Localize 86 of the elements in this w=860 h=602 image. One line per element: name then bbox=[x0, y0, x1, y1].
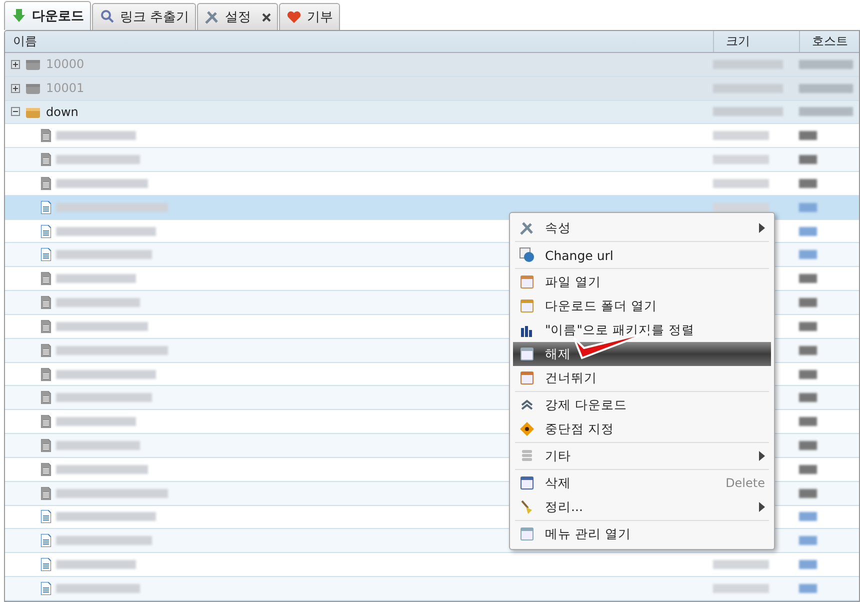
document-icon bbox=[41, 153, 51, 166]
menu-item[interactable]: 속성 bbox=[513, 216, 771, 240]
menu-item[interactable]: 삭제 Delete bbox=[513, 471, 771, 495]
document-icon bbox=[41, 272, 51, 286]
blurred-host bbox=[799, 346, 817, 355]
blurred-host bbox=[799, 464, 817, 474]
tab[interactable]: 기부 bbox=[279, 3, 340, 30]
close-icon[interactable] bbox=[262, 12, 272, 22]
blurred-host bbox=[799, 512, 817, 522]
document-icon bbox=[41, 558, 51, 572]
blurred-host bbox=[799, 584, 817, 593]
blurred-host bbox=[799, 274, 817, 284]
blurred-size bbox=[713, 560, 769, 570]
blurred-host bbox=[799, 202, 817, 212]
column-header[interactable]: 이름 bbox=[5, 31, 713, 52]
document-icon bbox=[41, 176, 51, 190]
blurred-size bbox=[713, 584, 769, 593]
blurred-host bbox=[799, 250, 817, 260]
tab[interactable]: 다운로드 bbox=[4, 1, 91, 30]
package-name: 10000 bbox=[46, 57, 84, 72]
blurred-host bbox=[799, 322, 817, 331]
document-icon bbox=[41, 415, 51, 428]
menu-item[interactable]: 중단점 지정 bbox=[513, 417, 771, 441]
blurred-size bbox=[713, 131, 769, 140]
tab[interactable]: 설정 bbox=[197, 3, 278, 30]
menu-item[interactable]: 기타 bbox=[513, 444, 771, 468]
box-icon bbox=[519, 298, 535, 314]
heart-icon bbox=[286, 9, 302, 25]
column-header[interactable]: 크기 bbox=[713, 31, 799, 52]
document-icon bbox=[41, 439, 51, 452]
document-icon bbox=[41, 248, 51, 262]
blurred-host bbox=[799, 560, 817, 570]
document-icon bbox=[41, 368, 51, 381]
menu-item[interactable]: "이름"으로 패키지를 정렬 bbox=[513, 318, 771, 342]
document-icon bbox=[41, 224, 51, 238]
document-icon bbox=[41, 582, 51, 595]
broom-icon bbox=[519, 499, 535, 515]
blurred-host bbox=[799, 155, 817, 164]
blurred-size bbox=[713, 178, 769, 188]
blurred-size bbox=[713, 84, 783, 93]
document-icon bbox=[41, 391, 51, 404]
blurred-host bbox=[799, 226, 817, 236]
menu-item[interactable]: 강제 다운로드 bbox=[513, 393, 771, 417]
blurred-size bbox=[713, 60, 783, 69]
blurred-host bbox=[799, 60, 853, 69]
blurred-host bbox=[799, 84, 853, 93]
blurred-host bbox=[799, 488, 817, 498]
collapse-toggle[interactable] bbox=[11, 107, 20, 116]
menu-item[interactable]: 정리... bbox=[513, 495, 771, 519]
document-icon bbox=[41, 462, 51, 476]
document-icon bbox=[41, 129, 51, 142]
document-icon bbox=[41, 320, 51, 333]
magnifier-icon bbox=[99, 9, 115, 25]
column-header[interactable]: 호스트 bbox=[799, 31, 859, 52]
package-name: 10001 bbox=[46, 81, 84, 96]
package-name: down bbox=[46, 104, 78, 119]
menu-item[interactable]: 다운로드 폴더 열기 bbox=[513, 294, 771, 318]
document-icon bbox=[41, 296, 51, 310]
blurred-host bbox=[799, 107, 853, 116]
blurred-host bbox=[799, 178, 817, 188]
blurred-host bbox=[799, 536, 817, 546]
menu-item[interactable]: Change url bbox=[513, 243, 771, 267]
blurred-size bbox=[713, 155, 769, 164]
window-icon bbox=[519, 346, 535, 362]
blurred-size bbox=[713, 202, 769, 212]
blurred-host bbox=[799, 441, 817, 450]
document-icon bbox=[41, 510, 51, 524]
menu-item[interactable]: 건너뛰기 bbox=[513, 366, 771, 390]
blurred-host bbox=[799, 131, 817, 140]
blurred-size bbox=[713, 107, 783, 116]
blurred-host bbox=[799, 370, 817, 379]
globe-icon bbox=[519, 247, 535, 263]
menu-item[interactable]: 해제 bbox=[513, 342, 771, 366]
download-arrow-icon bbox=[11, 8, 27, 24]
document-icon bbox=[41, 344, 51, 357]
warning-diamond-icon bbox=[519, 421, 535, 437]
blurred-host bbox=[799, 393, 817, 402]
tab[interactable]: 링크 추출기 bbox=[92, 3, 196, 30]
menu-item[interactable]: 메뉴 관리 열기 bbox=[513, 522, 771, 546]
stack-icon bbox=[519, 448, 535, 464]
document-icon bbox=[41, 534, 51, 548]
document-icon bbox=[41, 486, 51, 500]
blurred-host bbox=[799, 298, 817, 308]
blurred-host bbox=[799, 417, 817, 426]
menu-item[interactable]: 파일 열기 bbox=[513, 270, 771, 294]
document-icon bbox=[41, 200, 51, 214]
